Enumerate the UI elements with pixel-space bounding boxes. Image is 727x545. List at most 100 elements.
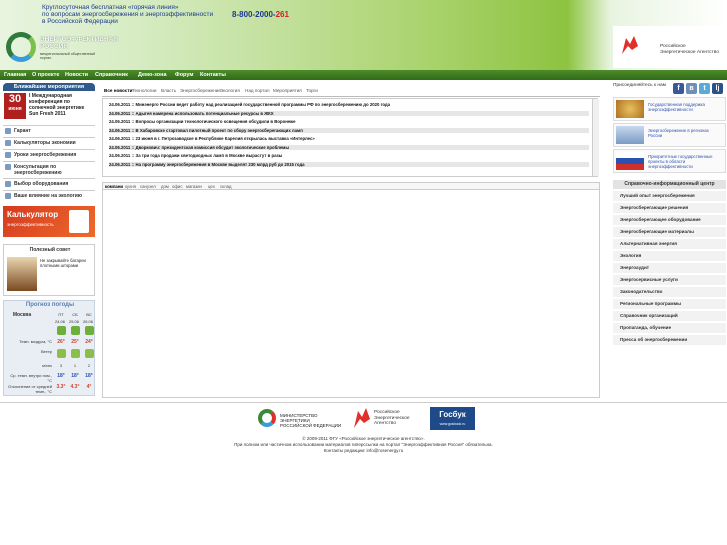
livejournal-icon[interactable]: lj [712, 83, 723, 94]
ref-link[interactable]: Экология [613, 251, 726, 261]
tab-room[interactable]: дом [161, 184, 169, 189]
nav-home[interactable]: Главная [4, 72, 26, 78]
news-item[interactable]: 24.06.2011 :: 23 июня в г. Петрозаводске… [109, 136, 315, 141]
nav-contacts[interactable]: Контакты [200, 72, 226, 78]
main-nav: Главная О проекте Новости Справочник Дем… [0, 70, 727, 80]
tab-room[interactable]: офис [172, 184, 182, 189]
logo-icon[interactable] [6, 32, 36, 62]
nav-about[interactable]: О проекте [32, 72, 59, 78]
tab-power[interactable]: Власть [161, 88, 176, 93]
ref-link[interactable]: Региональные программы [613, 299, 726, 309]
event-link[interactable]: I Международная конференция по солнечной… [29, 93, 93, 117]
menu-calculators[interactable]: Калькуляторы экономии [3, 137, 95, 148]
news-item[interactable]: 24.06.2011 :: Минэнерго России ведет раб… [109, 102, 390, 107]
event-date[interactable]: 30 июня [4, 93, 26, 119]
banner-priority-projects[interactable]: Приоритетные государственные проекты в о… [613, 149, 726, 173]
tab-technologies[interactable]: Технологии [132, 88, 156, 93]
news-item[interactable]: 24.06.2011 :: Адыгея намерена использова… [109, 111, 589, 116]
reference-center-title: Справочно-информационный центр [613, 180, 726, 189]
menu-consultation[interactable]: Консультация по энергосбережению [3, 161, 95, 178]
tab-events[interactable]: Мероприятия [273, 88, 302, 93]
rea-flag-icon [622, 36, 638, 54]
tab-room[interactable]: компани [105, 184, 123, 189]
wind-icon [84, 349, 94, 358]
menu-lessons[interactable]: Уроки энергосбережения [3, 149, 95, 160]
ref-link[interactable]: Энергоаудит [613, 263, 726, 273]
ministry-name[interactable]: МИНИСТЕРСТВО ЭНЕРГЕТИКИ РОССИЙСКОЙ ФЕДЕР… [280, 413, 342, 428]
news-tabs: Все новости Технологии Власть Энергосбер… [102, 86, 600, 97]
wind-label: Ветер [41, 349, 52, 354]
tab-ecology[interactable]: Экология [220, 88, 240, 93]
tab-all-news[interactable]: Все новости [104, 88, 132, 93]
news-item[interactable]: 24.06.2011 :: За три года продажи светод… [109, 153, 282, 158]
ministry-logo-icon[interactable] [258, 409, 276, 427]
twitter-icon[interactable]: t [699, 83, 710, 94]
banner-state-support[interactable]: Государственная поддержка энергоэффектив… [613, 97, 726, 121]
tab-room[interactable]: магазин [186, 184, 202, 189]
nav-directory[interactable]: Справочник [95, 72, 128, 78]
ref-link[interactable]: Пропаганда, обучение [613, 323, 726, 333]
advice-title: Полезный совет [29, 247, 71, 253]
tab-room[interactable]: санузел [140, 184, 156, 189]
tab-room[interactable]: цех [208, 184, 215, 189]
deviation-value: 3.3° [56, 384, 66, 390]
inside-temp-label: Ср. темп. внутри пом., °С [10, 373, 52, 383]
ref-link[interactable]: Законодательство [613, 287, 726, 297]
sun-icon [56, 326, 66, 335]
wind-speed: 2 [87, 363, 91, 368]
facebook-icon[interactable]: f [673, 83, 684, 94]
menu-garant[interactable]: Гарант [3, 125, 95, 136]
site-header: Круглосуточная бесплатная «горячая линия… [0, 0, 727, 70]
weather-title: Прогноз погоды [25, 302, 75, 308]
lessons-icon [5, 152, 11, 158]
footer-copyright: © 2009-2011 ФГУ «Российское энергетическ… [0, 436, 727, 453]
map-icon [616, 126, 644, 144]
advice-text[interactable]: Не закрывайте батареи плотными шторами [40, 258, 92, 268]
join-label: Присоединяйтесь к нам [613, 83, 666, 88]
tab-room[interactable]: склад [220, 184, 231, 189]
logo-title[interactable]: ЭНЕРГОЭФФЕКТИВНАЯ РОССИЯ [40, 36, 120, 50]
ref-link[interactable]: Альтернативная энергия [613, 239, 726, 249]
weather-day: ПТ [58, 312, 64, 317]
ref-link[interactable]: Энергосервисные услуги [613, 275, 726, 285]
hotline-line-2: по вопросам энергосбережения и энергоэфф… [42, 11, 214, 18]
ref-link[interactable]: Пресса об энергосбережении [613, 335, 726, 345]
news-scrollbar[interactable] [592, 99, 599, 176]
rea-name[interactable]: Российское Энергетическое Агентство [660, 44, 720, 55]
tab-room[interactable]: кухня [125, 184, 136, 189]
news-item[interactable]: 24.06.2011 :: Вопросы организации технол… [109, 119, 296, 124]
events-title: Ближайшие мероприятия [3, 83, 95, 91]
wind-speed: 3 [59, 363, 63, 368]
contacts-text[interactable]: Контакты редакции: info@rosenergy.ru [0, 448, 727, 454]
rea-footer-name[interactable]: Российское Энергетическое Агентство [374, 410, 424, 427]
logo-subtitle: межрегиональный общественный портал [40, 52, 96, 60]
ref-link[interactable]: Энергосберегающие решения [613, 203, 726, 213]
weather-date: 24.06 [55, 319, 66, 324]
vk-icon[interactable]: в [686, 83, 697, 94]
calculator-banner[interactable]: Калькулятор энергоэффективность [3, 206, 95, 237]
air-temp: 24° [85, 339, 93, 345]
news-item[interactable]: 24.06.2011 :: Дворкович: президентская к… [109, 145, 589, 150]
banner-regions[interactable]: Энергосбережение в регионах России [613, 123, 726, 147]
tab-tenders[interactable]: Торги [306, 88, 318, 93]
gosbuk-logo[interactable]: Госбук www.gosbook.ru [430, 407, 475, 430]
rea-flag-icon [354, 408, 370, 428]
menu-equipment[interactable]: Выбор оборудования [3, 178, 95, 189]
air-temp: 25° [71, 339, 79, 345]
news-item[interactable]: 24.06.2011 :: В Хабаровске стартовал пил… [109, 128, 589, 133]
hotline-phone[interactable]: 8-800-2000-261 [232, 10, 289, 19]
menu-ecology[interactable]: Ваше влияние на экологию [3, 190, 95, 201]
nav-demo[interactable]: Демо-зона [138, 72, 167, 78]
calculator-icon [69, 210, 89, 233]
deviation-value: 4° [86, 384, 92, 390]
ref-link[interactable]: Справочник организаций [613, 311, 726, 321]
nav-forum[interactable]: Форум [175, 72, 193, 78]
tab-portal[interactable]: Над портал [245, 88, 270, 93]
news-item[interactable]: 24.06.2011 :: На программу энергосбереже… [109, 162, 589, 167]
ref-link[interactable]: Энергосберегающее оборудование [613, 215, 726, 225]
nav-news[interactable]: Новости [65, 72, 88, 78]
ref-link[interactable]: Лучший опыт энергосбережения [613, 191, 726, 201]
tab-energy-saving[interactable]: Энергосбережение [180, 88, 221, 93]
sun-icon [70, 326, 80, 335]
ref-link[interactable]: Энергосберегающие материалы [613, 227, 726, 237]
